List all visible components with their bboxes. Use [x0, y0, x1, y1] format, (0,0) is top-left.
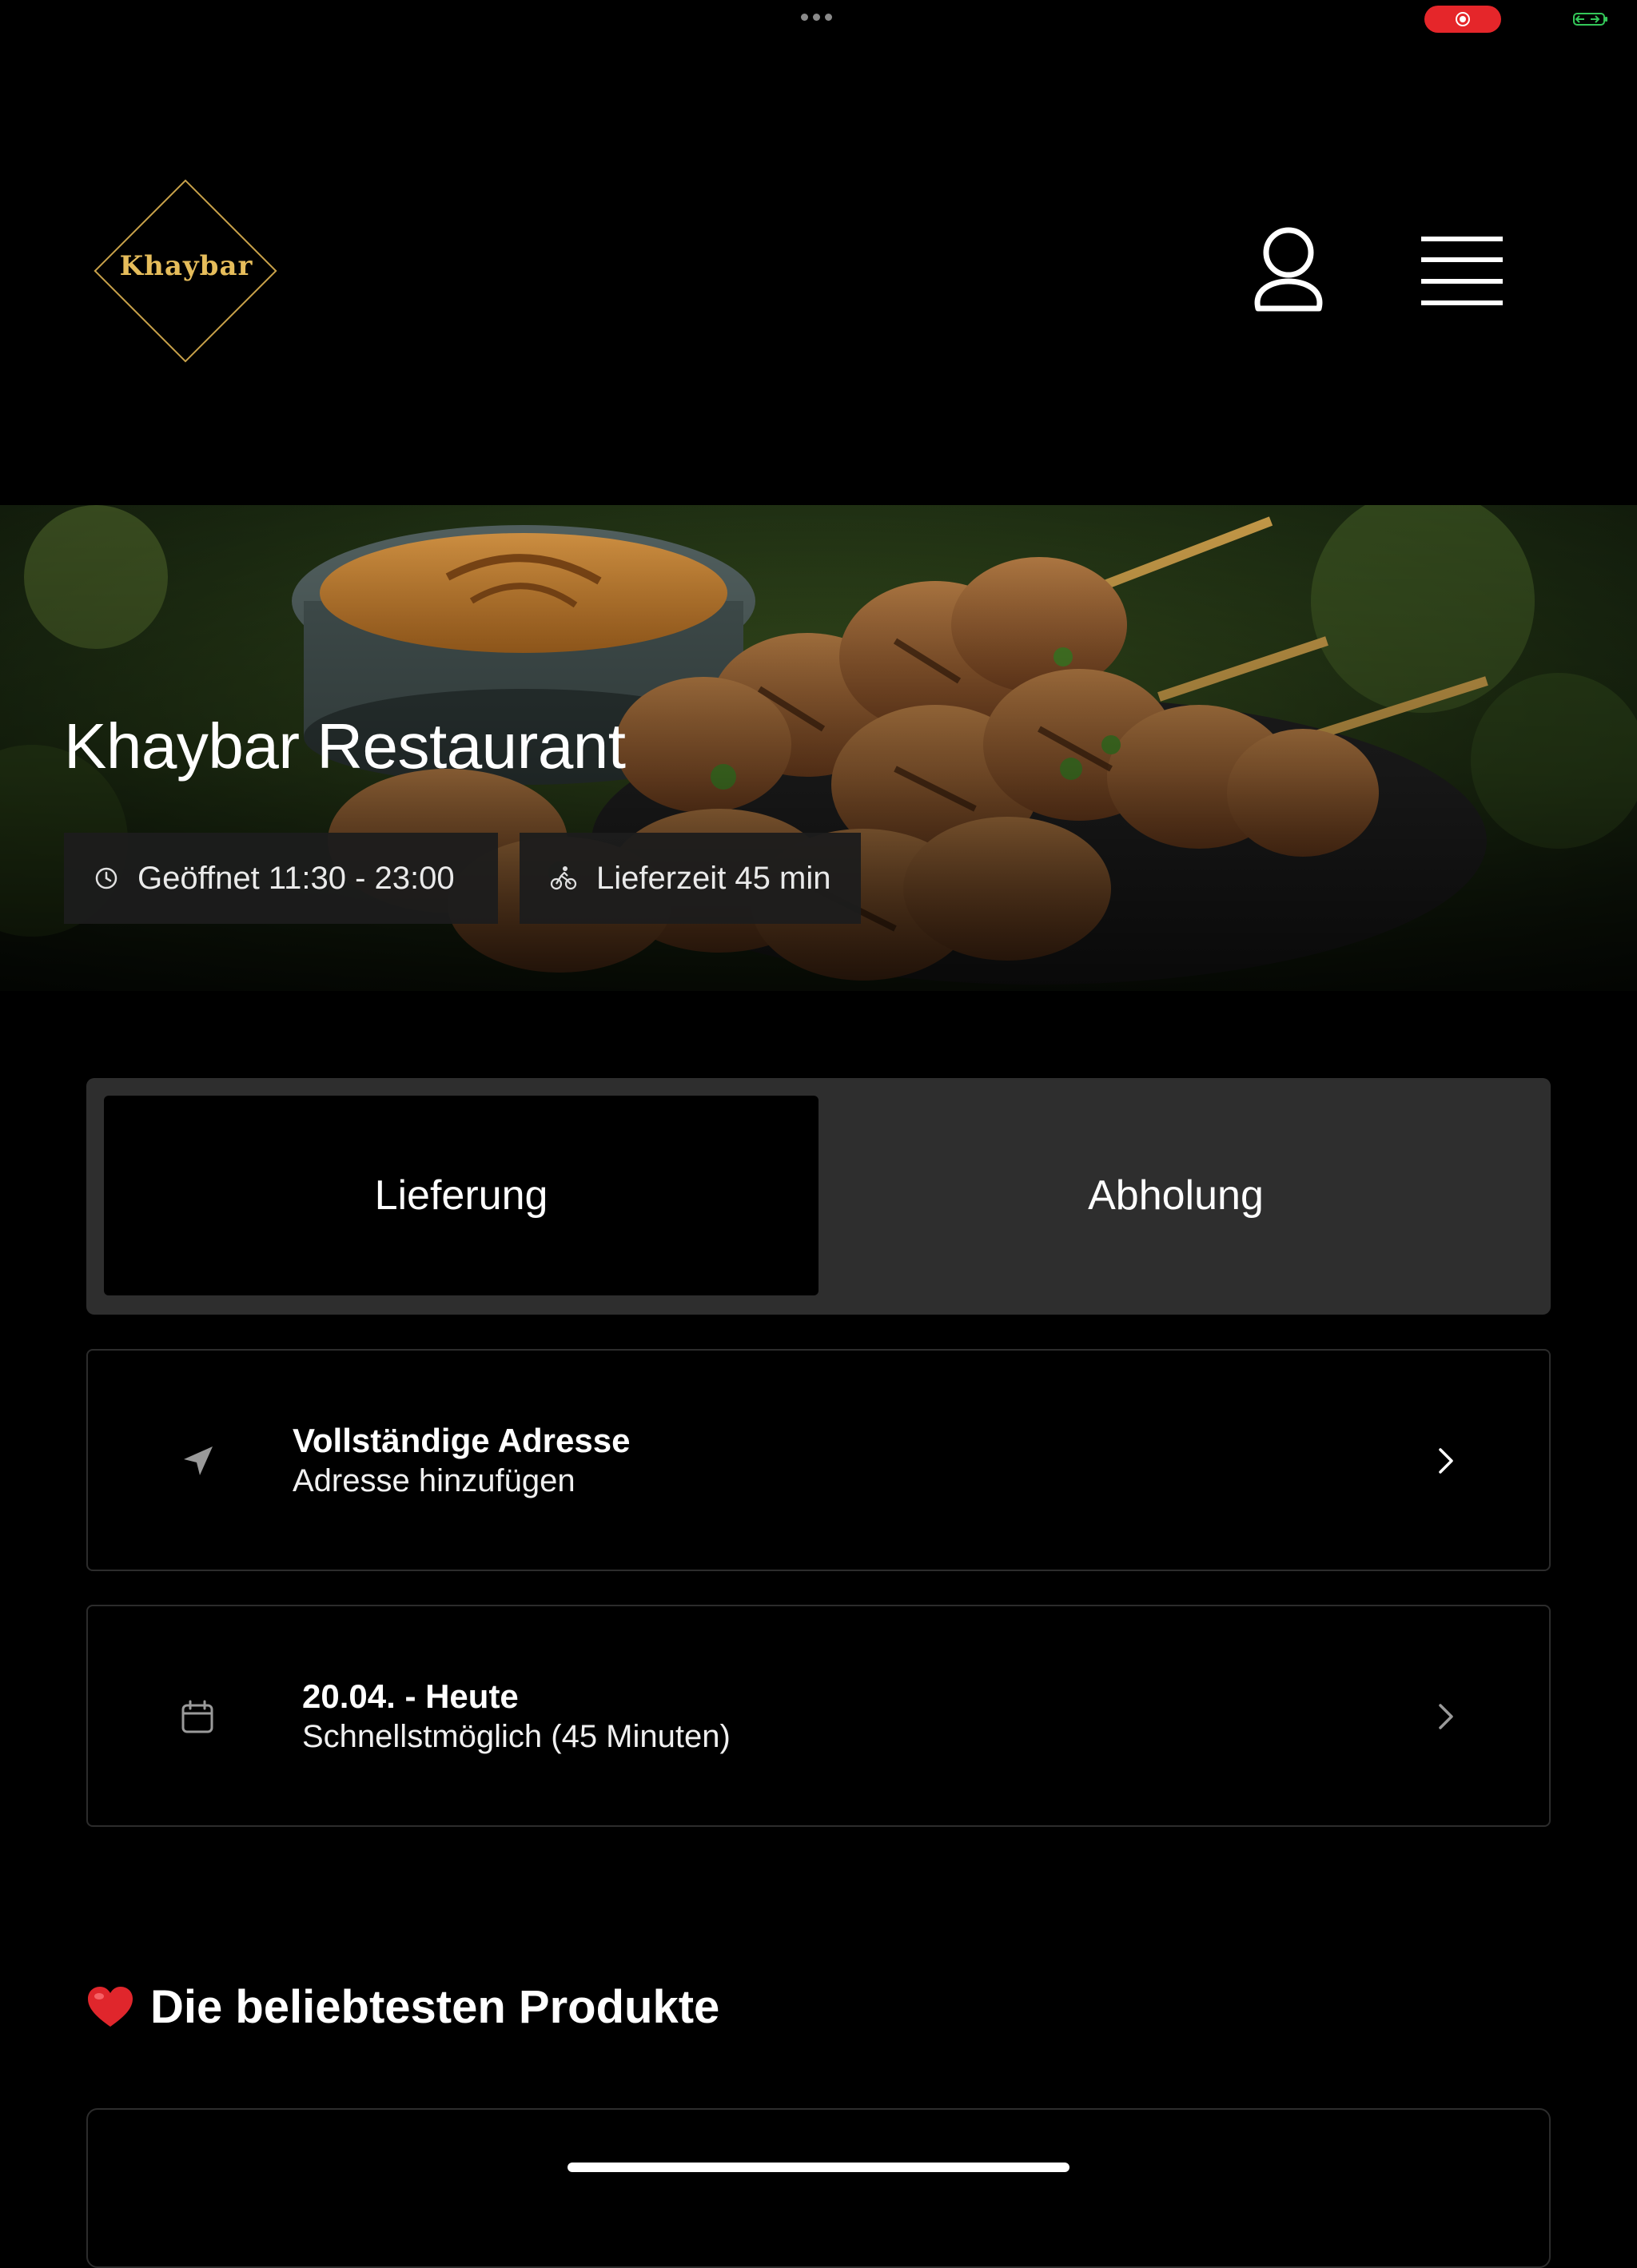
pickup-tab[interactable]: Abholung	[818, 1096, 1533, 1295]
opening-hours-badge: Geöffnet 11:30 - 23:00	[64, 833, 498, 924]
home-indicator[interactable]	[568, 2163, 1069, 2172]
calendar-icon	[181, 1700, 213, 1733]
address-subtitle: Adresse hinzufügen	[293, 1463, 576, 1498]
location-arrow-icon	[184, 1446, 213, 1475]
popular-products-heading: Die beliebtesten Produkte	[86, 1980, 719, 2034]
address-title: Vollständige Adresse	[293, 1422, 631, 1459]
screen-record-icon[interactable]	[1424, 6, 1501, 33]
user-icon[interactable]	[1250, 225, 1327, 315]
date-subtitle: Schnellstmöglich (45 Minuten)	[302, 1719, 731, 1754]
delivery-date-card[interactable]: 20.04. - Heute Schnellstmöglich (45 Minu…	[86, 1605, 1551, 1827]
product-card[interactable]	[86, 2108, 1551, 2268]
chevron-right-icon	[1439, 1448, 1453, 1474]
popular-products-title: Die beliebtesten Produkte	[150, 1981, 720, 2033]
hamburger-menu-icon[interactable]	[1421, 237, 1503, 305]
address-card[interactable]: Vollständige Adresse Adresse hinzufügen	[86, 1349, 1551, 1571]
chevron-right-icon	[1439, 1704, 1453, 1729]
multitasking-dots[interactable]	[801, 14, 832, 21]
delivery-tab[interactable]: Lieferung	[104, 1096, 818, 1295]
bicycle-icon	[550, 866, 577, 890]
khaybar-logo[interactable]: Khaybar	[94, 179, 278, 364]
clock-icon	[95, 867, 117, 889]
date-title: 20.04. - Heute	[302, 1677, 519, 1715]
order-mode-segmented-control: Lieferung Abholung	[86, 1078, 1551, 1315]
delivery-time-text: Lieferzeit 45 min	[596, 860, 831, 896]
logo-text: Khaybar	[119, 250, 253, 282]
delivery-time-badge: Lieferzeit 45 min	[520, 833, 861, 924]
battery-charging-icon	[1573, 13, 1607, 26]
restaurant-title: Khaybar Restaurant	[64, 710, 626, 782]
red-heart-icon	[88, 1986, 133, 2027]
opening-hours-text: Geöffnet 11:30 - 23:00	[137, 860, 455, 896]
